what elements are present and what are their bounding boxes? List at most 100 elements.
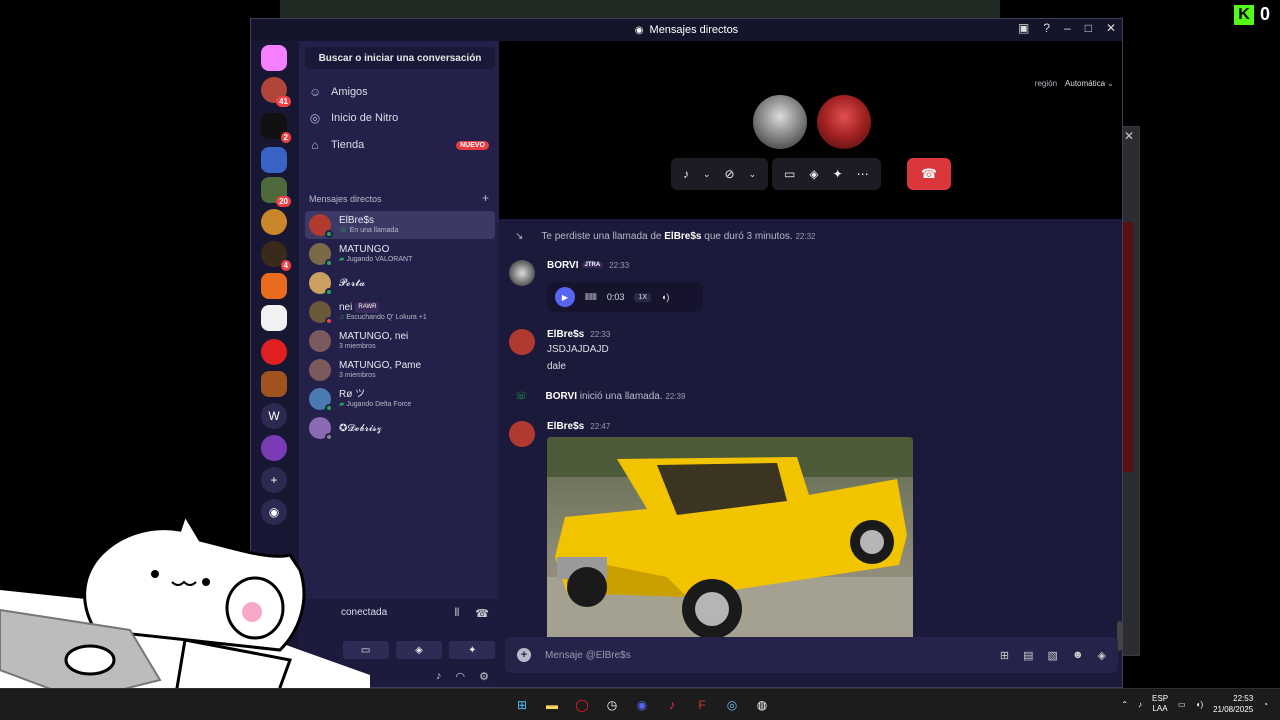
friends-icon: ☺ [309,85,322,99]
app-icon[interactable]: F [692,695,712,715]
settings-icon[interactable]: ⚙ [479,670,489,683]
dm-item[interactable]: nei RAWR ♫ Escuchando Q' Lokura +1 [305,298,495,326]
sticker-icon[interactable]: ▧ [1048,649,1058,662]
missed-user[interactable]: ElBre$s [664,231,701,242]
dm-name: MATUNGO, Pame [339,360,422,371]
camera-off-icon[interactable]: ⊘ [725,167,735,181]
create-dm-button[interactable]: + [482,191,489,205]
dm-item[interactable]: MATUNGO, Pame 3 miembros [305,356,495,384]
chevron-down-icon: ⌄ [1107,79,1114,88]
chevron-down-icon[interactable]: ⌄ [703,169,711,180]
network-icon[interactable]: ▭ [1178,700,1186,709]
steam-icon[interactable]: ◎ [722,695,742,715]
image-attachment[interactable] [547,437,913,637]
avatar[interactable] [509,329,535,355]
disconnect-icon[interactable]: ☎ [475,607,489,620]
message-input[interactable]: Mensaje @ElBre$s [545,650,631,661]
nav-shop[interactable]: ⌂ Tienda NUEVO [309,134,489,156]
emoji-icon[interactable]: ☻ [1072,649,1084,662]
clock-app-icon[interactable]: ◷ [602,695,622,715]
noise-suppression-icon[interactable]: ⦀ [454,607,459,620]
server-icon[interactable]: 2 [261,113,291,143]
kick-logo-icon: K [1233,4,1254,25]
microphone-icon[interactable]: ♪ [1138,700,1142,709]
layout-code: LAA [1152,704,1168,713]
taskbar-icons: ⊞ ▬ ◯ ◷ ◉ ♪ F ◎ ◍ [512,695,772,715]
help-icon[interactable]: ? [1043,21,1050,35]
message-author[interactable]: ElBre$s [547,421,584,432]
dm-item[interactable]: MATUNGO ▰ Jugando VALORANT [305,240,495,268]
discord-icon[interactable]: ◉ [632,695,652,715]
dm-item[interactable]: ✪𝓓𝓮𝓫𝓻𝓲𝓼𝔃 [305,414,495,442]
dm-item[interactable]: Rø ツ ▰ Jugando Delta Force [305,385,495,413]
avatar [309,417,333,441]
server-icon-w[interactable]: W [261,403,287,429]
gift-icon[interactable]: ⊞ [1000,649,1009,662]
obs-icon[interactable]: ◍ [752,695,772,715]
activity-button[interactable]: ◈ [395,641,442,659]
apps-icon[interactable]: ◈ [1098,649,1106,662]
server-icon[interactable] [261,273,287,299]
opera-icon[interactable]: ◯ [572,695,592,715]
soundboard-button[interactable]: ✦ [449,641,496,659]
maximize-button[interactable]: □ [1085,21,1092,35]
headphones-icon[interactable]: ◠ [456,670,466,683]
file-explorer-icon[interactable]: ▬ [542,695,562,715]
avatar[interactable] [509,260,535,286]
server-icon[interactable]: 20 [261,177,291,207]
call-started-message: ☏ BORVI inició una llamada. 22:39 [515,391,685,402]
server-icon[interactable] [261,209,287,235]
soundboard-icon[interactable]: ✦ [833,167,843,181]
dm-name: ✪𝓓𝓮𝓫𝓻𝓲𝓼𝔃 [339,422,382,434]
home-button[interactable] [261,45,287,71]
microphone-icon[interactable]: ♪ [436,670,442,683]
missed-text-after: que duró 3 minutos. [701,231,793,242]
timestamp: 22:33 [609,261,630,270]
call-participant-avatar[interactable] [753,95,807,149]
server-icon-user[interactable]: 41 [261,77,291,107]
dm-item[interactable]: 𝓟𝓸𝓻𝓽𝓪 [305,269,495,297]
close-button[interactable]: ✕ [1106,21,1116,35]
server-icon[interactable] [261,435,287,461]
notification-icon[interactable]: ◔ [1263,700,1268,709]
chevron-down-icon[interactable]: ⌄ [749,169,757,180]
gif-icon[interactable]: ▤ [1023,649,1033,662]
server-icon[interactable] [261,147,287,173]
language-indicator[interactable]: ESP LAA [1152,694,1168,714]
server-icon[interactable]: 4 [261,241,291,271]
server-icon[interactable] [261,305,287,331]
chevron-up-icon[interactable]: ⌃ [1121,700,1128,709]
volume-icon[interactable]: ◖) [1196,700,1204,709]
playback-speed[interactable]: 1X [634,292,651,302]
server-icon[interactable] [261,371,287,397]
activity-icon[interactable]: ◈ [809,167,818,181]
microphone-icon[interactable]: ♪ [683,167,689,181]
upload-icon[interactable]: + [517,648,531,662]
clock[interactable]: 22:53 21/08/2025 [1213,693,1253,715]
call-participant-avatar[interactable] [817,95,871,149]
message-author[interactable]: ElBre$s [547,329,584,340]
more-icon[interactable]: ⋯ [857,167,869,181]
server-icon[interactable] [261,339,287,365]
play-button[interactable]: ▶ [555,287,575,307]
message-list: ↘ Te perdiste una llamada de ElBre$s que… [499,219,1122,637]
avatar[interactable] [509,421,535,447]
nav-nitro[interactable]: ◎ Inicio de Nitro [309,107,489,129]
nav-friends[interactable]: ☺ Amigos [309,81,489,103]
search-bar[interactable]: Buscar o iniciar una conversación [305,47,495,69]
dm-item[interactable]: ElBre$s ☏ En una llamada [305,211,495,239]
call-user[interactable]: BORVI [546,391,578,402]
hang-up-button[interactable]: ☎ [907,158,951,190]
call-controls-right: ▭ ◈ ✦ ⋯ [772,158,881,190]
screen-share-icon[interactable]: ▭ [784,167,795,181]
add-server-icon[interactable]: + [261,467,287,493]
dm-item[interactable]: MATUNGO, nei 3 miembros [305,327,495,355]
region-selector[interactable]: región Automática ⌄ [1035,79,1114,88]
tiktok-icon[interactable]: ♪ [662,695,682,715]
dm-status: 3 miembros [339,343,376,350]
volume-icon[interactable]: ◖) [661,292,669,302]
start-icon[interactable]: ⊞ [512,695,532,715]
inbox-icon[interactable]: ▣ [1018,21,1029,35]
minimize-button[interactable]: – [1064,21,1071,35]
message-author[interactable]: BORVI [547,260,579,271]
